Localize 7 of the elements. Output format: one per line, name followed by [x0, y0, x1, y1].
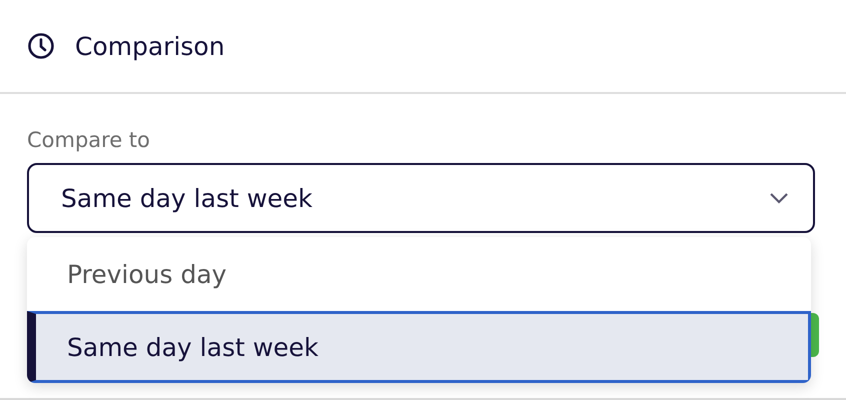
dropdown-option[interactable]: Same day last week	[27, 311, 811, 383]
compare-select[interactable]: Same day last week	[27, 163, 815, 233]
field-label: Compare to	[27, 128, 152, 152]
dropdown-option[interactable]: Previous day	[27, 237, 811, 311]
clock-icon	[27, 32, 55, 60]
chevron-icon	[769, 192, 789, 204]
section-title: Comparison	[75, 32, 225, 60]
